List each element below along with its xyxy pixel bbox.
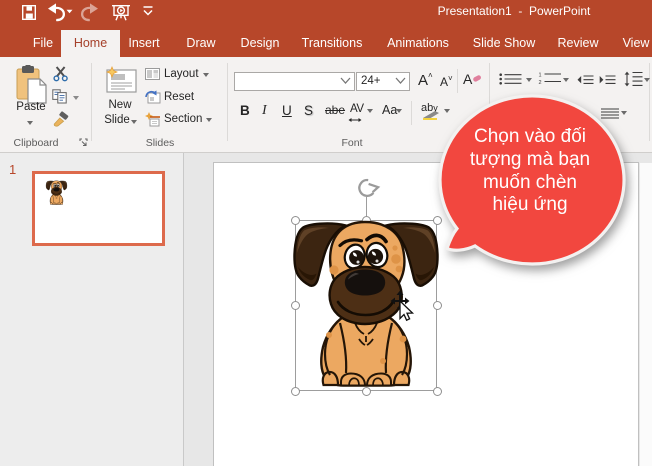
svg-text:2: 2 [539, 80, 542, 86]
svg-text:1: 1 [539, 73, 542, 79]
